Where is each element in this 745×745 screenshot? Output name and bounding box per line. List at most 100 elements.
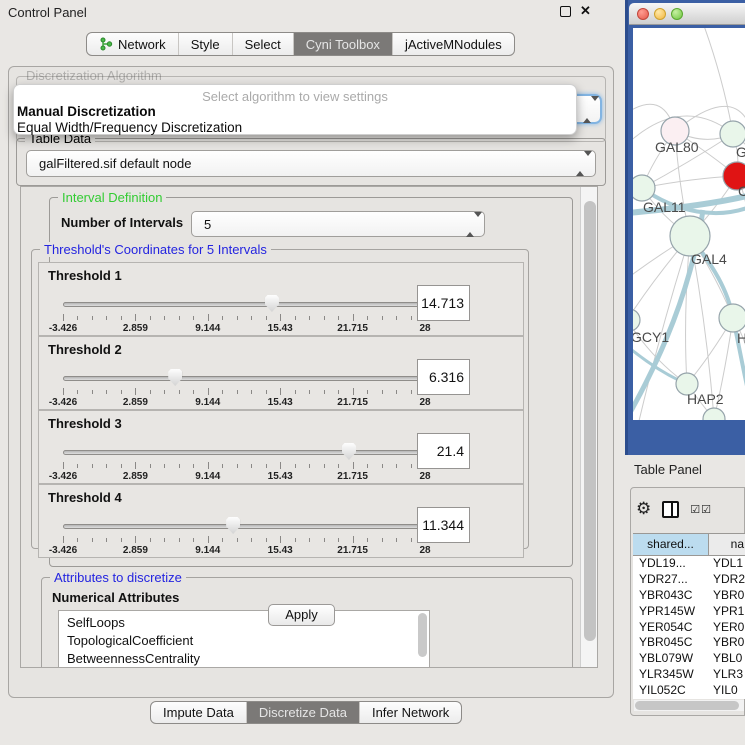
table-row[interactable]: YDR27...YDR2 bbox=[633, 572, 745, 588]
combo-arrows-icon bbox=[576, 156, 585, 172]
table-row[interactable]: YER054CYER0 bbox=[633, 620, 745, 636]
column-header-name[interactable]: na bbox=[709, 534, 745, 555]
slider-ticks bbox=[63, 388, 425, 396]
slider-thumb[interactable] bbox=[168, 369, 182, 386]
scrollbar-thumb[interactable] bbox=[584, 201, 596, 641]
slider-track[interactable] bbox=[63, 450, 425, 455]
float-window-icon[interactable] bbox=[560, 6, 571, 17]
cell-shared-name[interactable]: YIL052C bbox=[633, 683, 709, 699]
threshold-1-slider[interactable]: -3.4262.8599.14415.4321.71528 bbox=[63, 293, 425, 333]
cell-shared-name[interactable]: YDR27... bbox=[633, 572, 709, 588]
thresholds-group-title: Threshold's Coordinates for 5 Intervals bbox=[40, 242, 271, 257]
slider-thumb[interactable] bbox=[265, 295, 279, 312]
cell-shared-name[interactable]: YER054C bbox=[633, 620, 709, 636]
threshold-4-label: Threshold 4 bbox=[48, 490, 122, 505]
list-item[interactable]: BetweennessCentrality bbox=[67, 650, 429, 668]
threshold-2-slider[interactable]: -3.4262.8599.14415.4321.71528 bbox=[63, 367, 425, 407]
column-header-shared-name[interactable]: shared... bbox=[633, 534, 709, 555]
vertical-scrollbar[interactable] bbox=[580, 187, 598, 667]
thresholds-groupbox: Threshold's Coordinates for 5 Intervals … bbox=[31, 249, 529, 549]
cell-name[interactable]: YBR0 bbox=[709, 635, 745, 651]
tab-cyni-toolbox[interactable]: Cyni Toolbox bbox=[294, 33, 393, 55]
checkboxes-icon[interactable]: ☑☑ bbox=[690, 503, 712, 516]
network-window-titlebar bbox=[629, 3, 745, 25]
tab-jactivemnodules[interactable]: jActiveMNodules bbox=[393, 33, 514, 55]
interval-definition-title: Interval Definition bbox=[58, 190, 166, 205]
tab-infer-network[interactable]: Infer Network bbox=[360, 702, 461, 723]
table-row[interactable]: YBR043CYBR0 bbox=[633, 588, 745, 604]
threshold-3-value[interactable]: 21.4 bbox=[417, 433, 470, 469]
cell-name[interactable]: YDR2 bbox=[709, 572, 745, 588]
scrollbar-thumb[interactable] bbox=[635, 701, 739, 710]
column-layout-icon[interactable] bbox=[662, 501, 679, 518]
cell-name[interactable]: YPR1 bbox=[709, 604, 745, 620]
threshold-2-value[interactable]: 6.316 bbox=[417, 359, 470, 395]
cell-shared-name[interactable]: YPR145W bbox=[633, 604, 709, 620]
table-row[interactable]: YBL079WYBL0 bbox=[633, 651, 745, 667]
table-row[interactable]: YPR145WYPR1 bbox=[633, 604, 745, 620]
cell-shared-name[interactable]: YBR045C bbox=[633, 635, 709, 651]
threshold-1-value[interactable]: 14.713 bbox=[417, 285, 470, 321]
cell-shared-name[interactable]: YDL19... bbox=[633, 556, 709, 572]
tab-jactivemnodules-label: jActiveMNodules bbox=[405, 37, 502, 52]
tab-discretize-data-label: Discretize Data bbox=[259, 705, 347, 720]
cell-shared-name[interactable]: YBR043C bbox=[633, 588, 709, 604]
cell-name[interactable]: YBL0 bbox=[709, 651, 745, 667]
cell-name[interactable]: YER0 bbox=[709, 620, 745, 636]
close-traffic-light-icon[interactable] bbox=[637, 8, 649, 20]
threshold-4-value[interactable]: 11.344 bbox=[417, 507, 470, 543]
cell-name[interactable]: YIL0 bbox=[709, 683, 745, 699]
slider-ticks bbox=[63, 462, 425, 470]
number-of-intervals-select[interactable]: 5 bbox=[191, 211, 485, 237]
minimize-traffic-light-icon[interactable] bbox=[654, 8, 666, 20]
cell-shared-name[interactable]: YLR345W bbox=[633, 667, 709, 683]
cell-shared-name[interactable]: YBL079W bbox=[633, 651, 709, 667]
node-partial-low bbox=[719, 304, 745, 332]
numerical-attributes-list[interactable]: SelfLoops TopologicalCoefficient Between… bbox=[58, 610, 430, 668]
horizontal-scrollbar[interactable] bbox=[634, 700, 744, 711]
slider-thumb[interactable] bbox=[226, 517, 240, 534]
algorithm-option-manual[interactable]: Manual Discretization bbox=[14, 104, 576, 120]
slider-thumb[interactable] bbox=[342, 443, 356, 460]
algorithm-option-equal-width[interactable]: Equal Width/Frequency Discretization bbox=[14, 120, 576, 136]
list-item[interactable]: TopologicalCoefficient bbox=[67, 632, 429, 650]
combo-arrows-icon bbox=[583, 101, 592, 117]
gear-icon[interactable]: ⚙ bbox=[636, 499, 651, 519]
attributes-group-title: Attributes to discretize bbox=[50, 570, 186, 585]
threshold-2-label: Threshold 2 bbox=[48, 342, 122, 357]
network-canvas[interactable]: GAL80 G C GAL11 GAL4 GCY1 H HAP2 bbox=[633, 28, 745, 420]
list-item[interactable]: SelfLoops bbox=[67, 614, 429, 632]
table-row[interactable]: YLR345WYLR3 bbox=[633, 667, 745, 683]
slider-track[interactable] bbox=[63, 376, 425, 381]
apply-button[interactable]: Apply bbox=[268, 604, 335, 626]
tab-impute-data[interactable]: Impute Data bbox=[151, 702, 247, 723]
tab-network[interactable]: Network bbox=[87, 33, 179, 55]
list-scrollbar[interactable] bbox=[418, 613, 427, 657]
table-row[interactable]: YDL19...YDL1 bbox=[633, 556, 745, 572]
tab-select[interactable]: Select bbox=[233, 33, 294, 55]
slider-tick-labels: -3.4262.8599.14415.4321.71528 bbox=[63, 471, 425, 483]
slider-track[interactable] bbox=[63, 302, 425, 307]
table-panel-title: Table Panel bbox=[634, 462, 702, 477]
cell-name[interactable]: YDL1 bbox=[709, 556, 745, 572]
node-attribute-table[interactable]: shared... na YDL19...YDL1 YDR27...YDR2 Y… bbox=[633, 533, 745, 699]
node-label-hap2: HAP2 bbox=[687, 391, 724, 407]
table-data-select[interactable]: galFiltered.sif default node bbox=[26, 150, 596, 177]
threshold-4-slider[interactable]: -3.4262.8599.14415.4321.71528 bbox=[63, 515, 425, 555]
table-row[interactable]: YBR045CYBR0 bbox=[633, 635, 745, 651]
number-of-intervals-label: Number of Intervals bbox=[61, 215, 183, 230]
tab-select-label: Select bbox=[245, 37, 281, 52]
numerical-attributes-heading: Numerical Attributes bbox=[52, 590, 179, 605]
combo-arrows-icon bbox=[466, 217, 475, 233]
slider-track[interactable] bbox=[63, 524, 425, 529]
close-icon[interactable]: ✕ bbox=[580, 3, 591, 19]
table-row[interactable]: YIL052CYIL0 bbox=[633, 683, 745, 699]
algorithm-placeholder-option[interactable]: Select algorithm to view settings bbox=[14, 89, 576, 104]
tab-infer-network-label: Infer Network bbox=[372, 705, 449, 720]
tab-discretize-data[interactable]: Discretize Data bbox=[247, 702, 360, 723]
zoom-traffic-light-icon[interactable] bbox=[671, 8, 683, 20]
cell-name[interactable]: YBR0 bbox=[709, 588, 745, 604]
threshold-3-slider[interactable]: -3.4262.8599.14415.4321.71528 bbox=[63, 441, 425, 481]
cell-name[interactable]: YLR3 bbox=[709, 667, 745, 683]
tab-style[interactable]: Style bbox=[179, 33, 233, 55]
